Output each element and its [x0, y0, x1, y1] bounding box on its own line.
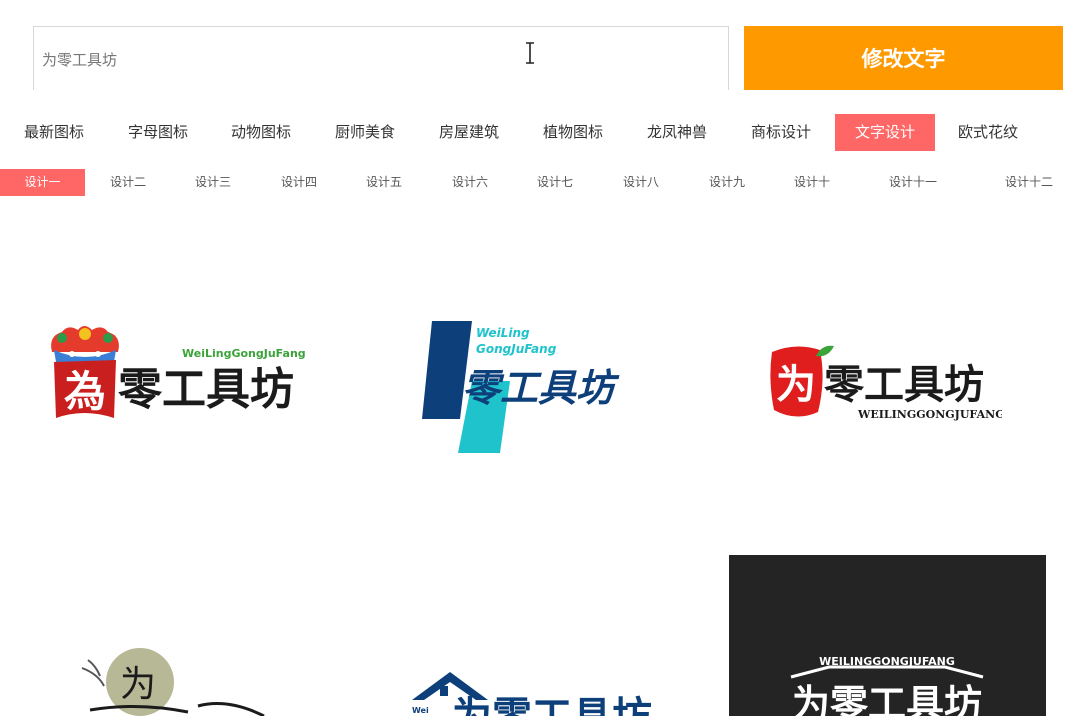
tab-building[interactable]: 房屋建筑 [423, 114, 515, 151]
design-tab-4[interactable]: 设计四 [258, 169, 340, 196]
logo5-name: 为零工具坊 [452, 694, 652, 716]
roof-line-shape [790, 665, 984, 679]
design-tab-1[interactable]: 设计一 [0, 169, 85, 196]
text-cursor-icon [526, 42, 534, 64]
logo-text-input[interactable] [42, 45, 642, 73]
design-tab-6[interactable]: 设计六 [429, 169, 511, 196]
tab-trademark-design[interactable]: 商标设计 [735, 114, 827, 151]
tab-letter-icons[interactable]: 字母图标 [112, 114, 204, 151]
tab-latest-icons[interactable]: 最新图标 [8, 114, 100, 151]
logo-option-4[interactable]: 为 [78, 646, 268, 716]
logo3-pinyin: WEILINGGONGJUFANG [857, 408, 1002, 421]
tab-text-design[interactable]: 文字设计 [835, 114, 935, 151]
text-input-box[interactable] [33, 26, 729, 90]
design-tabs: 设计一 设计二 设计三 设计四 设计五 设计六 设计七 设计八 设计九 设计十 … [0, 169, 1080, 196]
logo-option-6[interactable]: WEILINGGONGJUFANG 为零工具坊 [729, 555, 1046, 720]
design-tab-10[interactable]: 设计十 [771, 169, 853, 196]
logo1-pinyin: WeiLingGongJuFang [182, 347, 306, 360]
design-tab-3[interactable]: 设计三 [172, 169, 254, 196]
design-tab-11[interactable]: 设计十一 [866, 169, 960, 196]
design-tab-7[interactable]: 设计七 [514, 169, 596, 196]
logo1-first-char: 為 [64, 367, 106, 416]
logo2-name: 为零工具坊 [424, 366, 620, 410]
tab-dragon-phoenix[interactable]: 龙凤神兽 [631, 114, 723, 151]
tab-chef-food[interactable]: 厨师美食 [319, 114, 411, 151]
logo-option-5[interactable]: Wei 为零工具坊 [410, 668, 660, 716]
logo6-name: 为零工具坊 [792, 682, 982, 716]
logo-option-1[interactable]: 為 WeiLingGongJuFang 零工具坊 [44, 322, 306, 426]
logo3-name: 零工具坊 [824, 361, 984, 408]
tab-european-pattern[interactable]: 欧式花纹 [942, 114, 1034, 151]
design-tab-12[interactable]: 设计十二 [982, 169, 1076, 196]
logo2-pinyin-2: GongJuFang [476, 342, 557, 356]
tab-animal-icons[interactable]: 动物图标 [215, 114, 307, 151]
logo-option-3[interactable]: 为 零工具坊 WEILINGGONGJUFANG [766, 340, 1002, 424]
modify-text-button[interactable]: 修改文字 [744, 26, 1063, 90]
logo1-name: 零工具坊 [118, 364, 294, 415]
design-tab-5[interactable]: 设计五 [343, 169, 425, 196]
tab-plant-icons[interactable]: 植物图标 [527, 114, 619, 151]
category-tabs: 最新图标 字母图标 动物图标 厨师美食 房屋建筑 植物图标 龙凤神兽 商标设计 … [0, 114, 1080, 152]
design-tab-8[interactable]: 设计八 [600, 169, 682, 196]
logo5-pinyin: Wei [412, 706, 429, 715]
design-tab-9[interactable]: 设计九 [686, 169, 768, 196]
logo2-pinyin-1: WeiLing [476, 326, 530, 340]
logo3-first-char: 为 [776, 361, 816, 408]
design-tab-2[interactable]: 设计二 [87, 169, 169, 196]
logo4-first-char: 为 [120, 664, 156, 705]
branch-icon [81, 659, 105, 687]
logo-option-2[interactable]: WeiLing GongJuFang 为零工具坊 [420, 321, 630, 455]
